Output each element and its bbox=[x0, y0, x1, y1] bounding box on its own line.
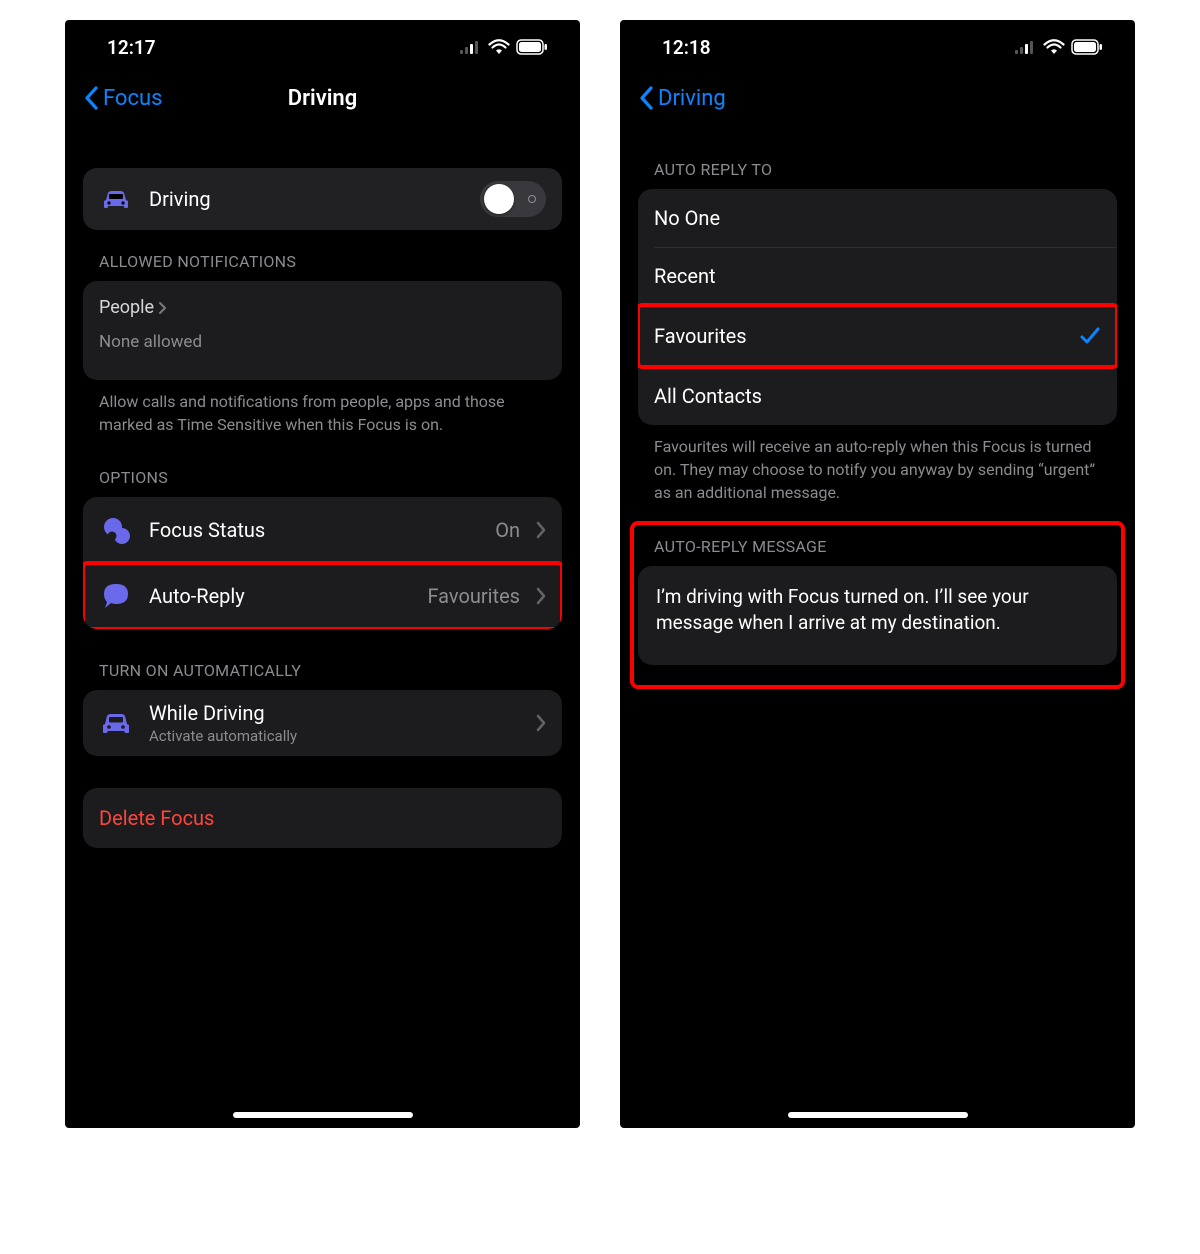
home-indicator[interactable] bbox=[788, 1112, 968, 1118]
wifi-icon bbox=[488, 39, 510, 55]
phone-left-driving-focus: 12:17 Focus Driving Dri bbox=[65, 20, 580, 1128]
battery-icon bbox=[1071, 39, 1103, 55]
focus-status-label: Focus Status bbox=[149, 518, 479, 542]
status-icons bbox=[1015, 39, 1103, 55]
delete-focus-label: Delete Focus bbox=[99, 806, 546, 830]
option-label: Favourites bbox=[654, 324, 1063, 348]
status-bar: 12:18 bbox=[638, 20, 1117, 68]
delete-focus-button[interactable]: Delete Focus bbox=[83, 788, 562, 848]
status-time: 12:17 bbox=[107, 36, 156, 59]
while-driving-row[interactable]: While Driving Activate automatically bbox=[83, 690, 562, 756]
status-bar: 12:17 bbox=[83, 20, 562, 68]
battery-icon bbox=[516, 39, 548, 55]
while-driving-label: While Driving bbox=[149, 701, 520, 725]
section-header-options: OPTIONS bbox=[99, 468, 562, 487]
back-label: Focus bbox=[103, 86, 162, 111]
focus-toggle[interactable] bbox=[480, 181, 546, 217]
section-header-allowed: ALLOWED NOTIFICATIONS bbox=[99, 252, 562, 271]
focus-status-row[interactable]: Focus Status On bbox=[83, 497, 562, 563]
chat-bubble-icon bbox=[99, 579, 133, 613]
replyto-option-recent[interactable]: Recent bbox=[638, 247, 1117, 305]
cellular-icon bbox=[460, 40, 482, 54]
auto-reply-label: Auto-Reply bbox=[149, 584, 411, 608]
home-indicator[interactable] bbox=[233, 1112, 413, 1118]
focus-toggle-label: Driving bbox=[149, 187, 464, 211]
replyto-card: No One Recent Favourites All Contacts bbox=[638, 189, 1117, 425]
focus-status-value: On bbox=[495, 518, 520, 542]
people-label: People bbox=[99, 297, 154, 318]
nav-bar: Focus Driving bbox=[83, 72, 562, 124]
replyto-option-favourites[interactable]: Favourites bbox=[638, 305, 1117, 367]
replyto-footer: Favourites will receive an auto-reply wh… bbox=[654, 435, 1101, 505]
auto-reply-row[interactable]: Auto-Reply Favourites bbox=[83, 563, 562, 629]
highlight-auto-reply: Auto-Reply Favourites bbox=[83, 563, 562, 629]
people-value: None allowed bbox=[99, 332, 546, 352]
back-button[interactable]: Driving bbox=[638, 86, 726, 111]
highlight-message: AUTO-REPLY MESSAGE I’m driving with Focu… bbox=[632, 523, 1123, 687]
chevron-right-icon bbox=[536, 714, 546, 732]
while-driving-sub: Activate automatically bbox=[149, 727, 520, 745]
phone-right-auto-reply: 12:18 Driving AUTO REPLY TO No One R bbox=[620, 20, 1135, 1128]
options-card: Focus Status On Auto-Reply Favourites bbox=[83, 497, 562, 629]
auto-reply-message-text[interactable]: I’m driving with Focus turned on. I’ll s… bbox=[638, 566, 1117, 665]
car-icon bbox=[99, 706, 133, 740]
chevron-right-icon bbox=[158, 301, 167, 315]
chevron-right-icon bbox=[536, 587, 546, 605]
message-card[interactable]: I’m driving with Focus turned on. I’ll s… bbox=[638, 566, 1117, 665]
back-label: Driving bbox=[658, 86, 726, 111]
delete-card: Delete Focus bbox=[83, 788, 562, 848]
back-button[interactable]: Focus bbox=[83, 86, 162, 111]
checkmark-icon bbox=[1079, 326, 1101, 346]
chevron-left-icon bbox=[638, 86, 654, 110]
focus-toggle-card: Driving bbox=[83, 168, 562, 230]
section-header-msg: AUTO-REPLY MESSAGE bbox=[654, 537, 1117, 556]
focus-status-icon bbox=[99, 513, 133, 547]
replyto-option-all-contacts[interactable]: All Contacts bbox=[638, 367, 1117, 425]
allowed-footer: Allow calls and notifications from peopl… bbox=[99, 390, 546, 436]
people-link[interactable]: People bbox=[99, 297, 546, 318]
option-label: Recent bbox=[654, 264, 1101, 288]
auto-card: While Driving Activate automatically bbox=[83, 690, 562, 756]
chevron-right-icon bbox=[536, 521, 546, 539]
option-label: No One bbox=[654, 206, 1101, 230]
allowed-card[interactable]: People None allowed bbox=[83, 281, 562, 380]
chevron-left-icon bbox=[83, 86, 99, 110]
wifi-icon bbox=[1043, 39, 1065, 55]
replyto-option-no-one[interactable]: No One bbox=[638, 189, 1117, 247]
cellular-icon bbox=[1015, 40, 1037, 54]
car-icon bbox=[99, 182, 133, 216]
status-icons bbox=[460, 39, 548, 55]
option-label: All Contacts bbox=[654, 384, 1101, 408]
nav-bar: Driving bbox=[638, 72, 1117, 124]
section-header-replyto: AUTO REPLY TO bbox=[654, 160, 1117, 179]
auto-reply-value: Favourites bbox=[427, 584, 520, 608]
section-header-auto: TURN ON AUTOMATICALLY bbox=[99, 661, 562, 680]
status-time: 12:18 bbox=[662, 36, 711, 59]
highlight-favourites: Favourites bbox=[638, 305, 1117, 367]
